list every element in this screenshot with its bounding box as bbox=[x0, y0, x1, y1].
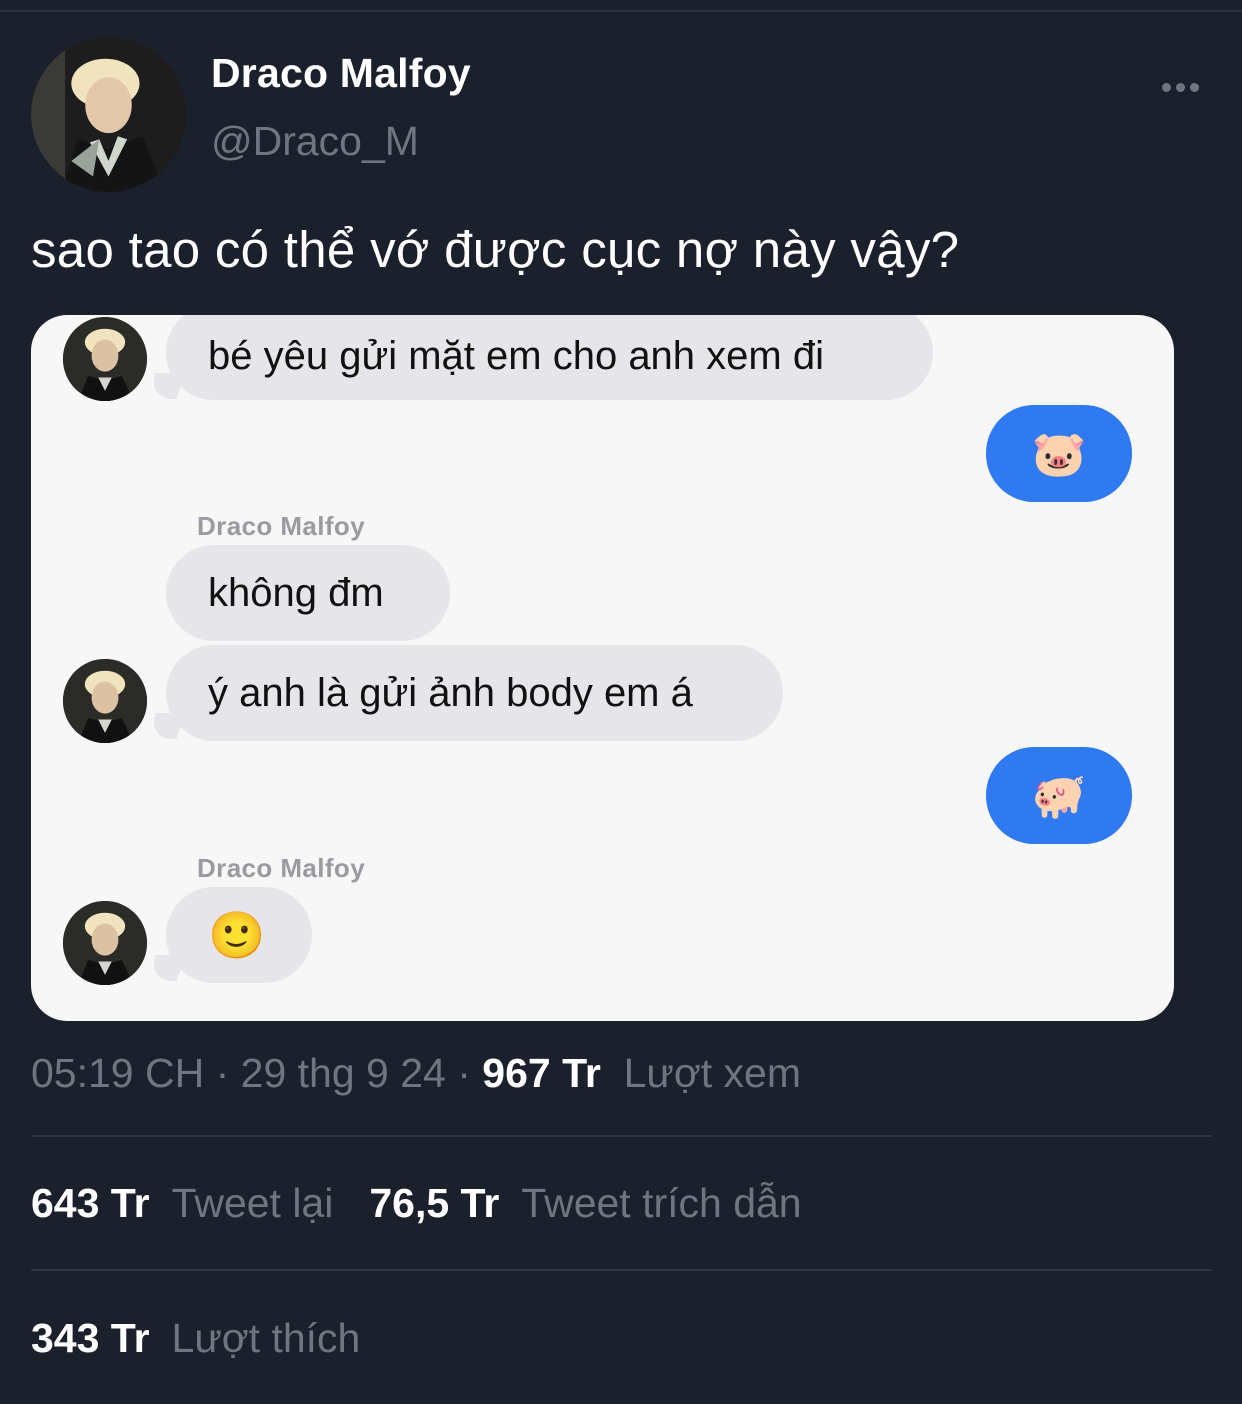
author-avatar[interactable] bbox=[31, 37, 186, 192]
meta-separator: · bbox=[445, 1050, 483, 1096]
pig-face-emoji-icon: 🐷 bbox=[1031, 429, 1087, 479]
tweet-time: 05:19 CH bbox=[31, 1050, 205, 1096]
more-horizontal-icon bbox=[1161, 82, 1171, 92]
tweet-detail-page: Draco Malfoy @Draco_M sao tao có thể vớ … bbox=[0, 0, 1242, 1404]
divider bbox=[31, 1135, 1212, 1137]
more-horizontal-icon-dot bbox=[1189, 82, 1199, 92]
likes-stat[interactable]: 343 Tr Lượt thích bbox=[31, 1315, 360, 1362]
tweet-text: sao tao có thể vớ được cục nợ này vậy? bbox=[31, 221, 960, 278]
message-bubble-incoming[interactable]: 🙂 bbox=[166, 887, 312, 983]
author-name[interactable]: Draco Malfoy bbox=[211, 50, 471, 97]
chat-avatar bbox=[63, 659, 147, 743]
message-bubble-incoming[interactable]: không đm bbox=[166, 545, 450, 641]
avatar-portrait-icon bbox=[31, 37, 186, 192]
avatar-portrait-icon bbox=[63, 659, 147, 743]
quotes-count: 76,5 Tr bbox=[369, 1180, 500, 1226]
retweets-label: Tweet lại bbox=[171, 1180, 334, 1226]
top-divider bbox=[0, 10, 1242, 12]
views-label: Lượt xem bbox=[623, 1050, 801, 1096]
sender-label: Draco Malfoy bbox=[197, 853, 366, 883]
views-count: 967 Tr bbox=[482, 1050, 601, 1096]
avatar-portrait-icon bbox=[63, 317, 147, 401]
likes-label: Lượt thích bbox=[171, 1315, 361, 1361]
author-handle[interactable]: @Draco_M bbox=[211, 118, 419, 165]
message-bubble-outgoing[interactable]: 🐖 bbox=[986, 747, 1132, 844]
likes-count: 343 Tr bbox=[31, 1315, 150, 1361]
sender-label: Draco Malfoy bbox=[197, 511, 366, 541]
quotes-label: Tweet trích dẫn bbox=[521, 1180, 802, 1226]
more-options-button[interactable] bbox=[1155, 70, 1205, 104]
message-bubble-incoming[interactable]: bé yêu gửi mặt em cho anh xem đi bbox=[166, 315, 933, 400]
pig-emoji-icon: 🐖 bbox=[1031, 771, 1087, 821]
chat-avatar bbox=[63, 317, 147, 401]
divider bbox=[31, 1269, 1212, 1271]
message-text: không đm bbox=[208, 570, 384, 615]
retweets-stat[interactable]: 643 Tr Tweet lại bbox=[31, 1180, 333, 1226]
message-text: ý anh là gửi ảnh body em á bbox=[208, 670, 693, 715]
message-text: bé yêu gửi mặt em cho anh xem đi bbox=[208, 334, 824, 378]
message-bubble-outgoing[interactable]: 🐷 bbox=[986, 405, 1132, 502]
retweets-count: 643 Tr bbox=[31, 1180, 150, 1226]
meta-separator: · bbox=[204, 1050, 241, 1096]
attached-chat-screenshot[interactable]: bé yêu gửi mặt em cho anh xem đi 🐷 Draco… bbox=[31, 315, 1174, 1021]
more-horizontal-icon-dot bbox=[1175, 82, 1185, 92]
message-bubble-incoming[interactable]: ý anh là gửi ảnh body em á bbox=[166, 645, 783, 741]
quotes-stat[interactable]: 76,5 Tr Tweet trích dẫn bbox=[369, 1180, 801, 1226]
tweet-meta: 05:19 CH · 29 thg 9 24 · 967 Tr Lượt xem bbox=[31, 1050, 801, 1097]
tweet-date: 29 thg 9 24 bbox=[240, 1050, 446, 1096]
engagement-stats-row: 643 Tr Tweet lại 76,5 Tr Tweet trích dẫn bbox=[31, 1180, 802, 1227]
chat-avatar bbox=[63, 901, 147, 985]
avatar-portrait-icon bbox=[63, 901, 147, 985]
slightly-smiling-face-emoji-icon: 🙂 bbox=[208, 908, 266, 961]
